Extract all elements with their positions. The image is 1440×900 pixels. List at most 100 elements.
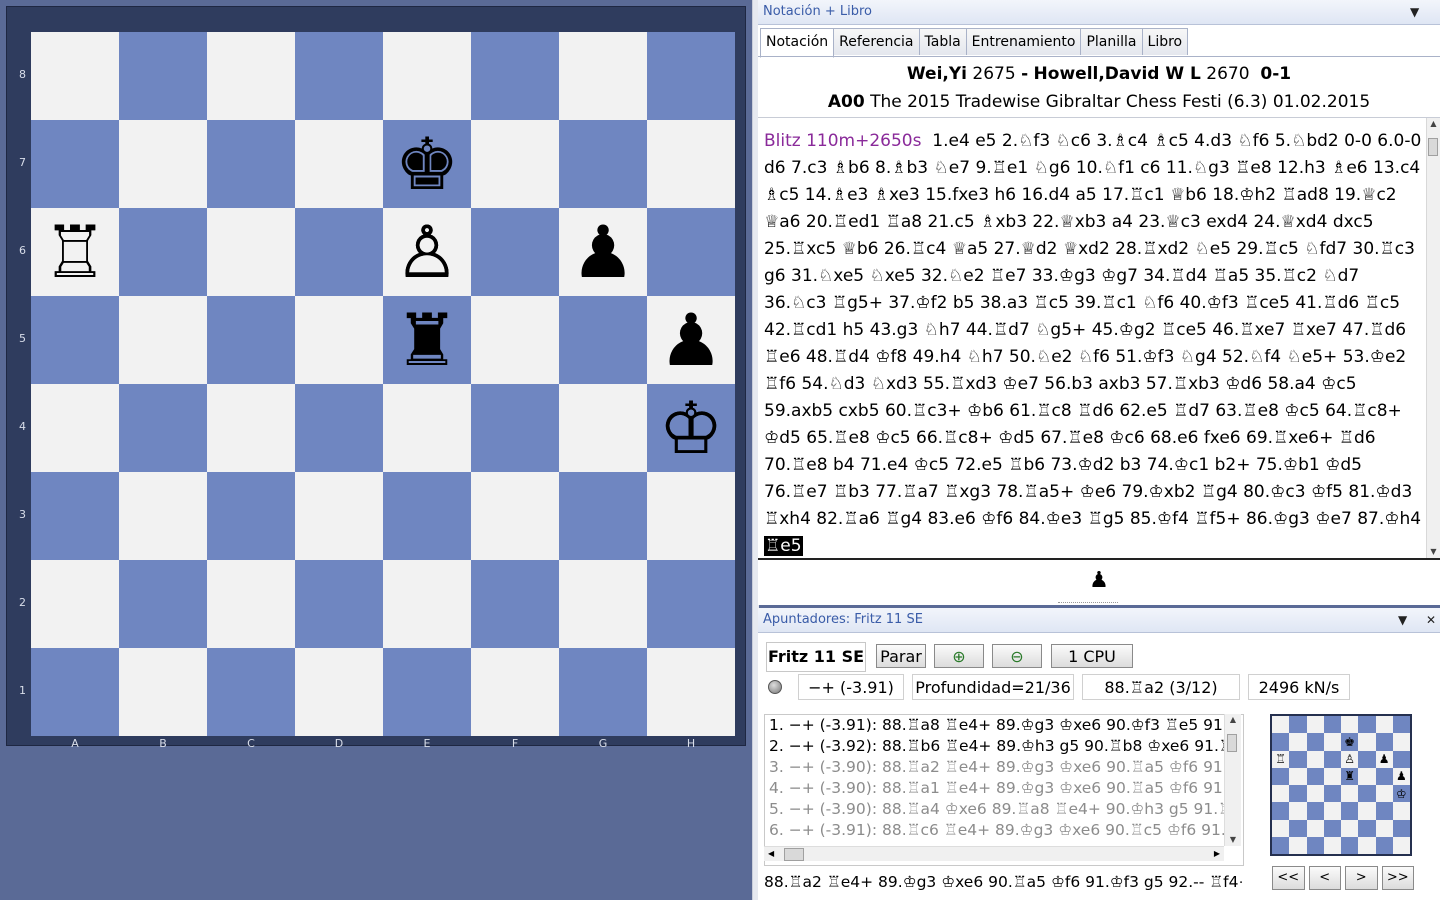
engine-line[interactable]: 6. −+ (-3.91): 88.♖c6 ♖e4+ 89.♔g3 ♔xe6 9… [765, 820, 1224, 841]
square-f1[interactable] [471, 648, 559, 736]
square-h8[interactable] [647, 32, 735, 120]
engine-lines[interactable]: 1. −+ (-3.91): 88.♖a8 ♖e4+ 89.♔g3 ♔xe6 9… [764, 714, 1244, 866]
square-a2[interactable] [31, 560, 119, 648]
square-h3[interactable] [647, 472, 735, 560]
square-f8[interactable] [471, 32, 559, 120]
white-rook-icon[interactable]: ♖ [43, 208, 108, 296]
current-move-highlight[interactable]: ♖e5 [764, 536, 803, 556]
square-f5[interactable] [471, 296, 559, 384]
next-move-button[interactable]: > [1345, 866, 1378, 890]
square-d7[interactable] [295, 120, 383, 208]
square-d1[interactable] [295, 648, 383, 736]
first-move-button[interactable]: << [1272, 866, 1305, 890]
square-g8[interactable] [559, 32, 647, 120]
square-f2[interactable] [471, 560, 559, 648]
zoom-in-icon[interactable]: ⊕ [934, 644, 984, 668]
scroll-thumb[interactable] [784, 848, 804, 861]
square-f6[interactable] [471, 208, 559, 296]
move-list[interactable]: Blitz 110m+2650s 1.e4 e5 2.♘f3 ♘c6 3.♗c4… [764, 128, 1422, 556]
square-g7[interactable] [559, 120, 647, 208]
square-d2[interactable] [295, 560, 383, 648]
close-icon[interactable]: ✕ [1426, 608, 1436, 632]
square-h6[interactable] [647, 208, 735, 296]
panel-menu-arrow-icon[interactable]: ▼ [1410, 0, 1419, 24]
square-e1[interactable] [383, 648, 471, 736]
engine-line[interactable]: 2. −+ (-3.92): 88.♖b6 ♖e4+ 89.♔h3 g5 90.… [765, 736, 1224, 757]
cpu-button[interactable]: 1 CPU [1051, 644, 1133, 668]
scroll-down-icon[interactable]: ▼ [1427, 546, 1440, 558]
square-b3[interactable] [119, 472, 207, 560]
white-pawn-icon[interactable]: ♙ [395, 208, 460, 296]
square-c3[interactable] [207, 472, 295, 560]
square-h5[interactable]: ♟ [647, 296, 735, 384]
square-g3[interactable] [559, 472, 647, 560]
square-h2[interactable] [647, 560, 735, 648]
scroll-thumb[interactable] [1428, 138, 1438, 156]
moves-text[interactable]: 1.e4 e5 2.♘f3 ♘c6 3.♗c4 ♗c5 4.d3 ♘f6 5.♘… [764, 131, 1421, 529]
square-d8[interactable] [295, 32, 383, 120]
tab-referencia[interactable]: Referencia [833, 28, 920, 55]
square-g2[interactable] [559, 560, 647, 648]
square-b7[interactable] [119, 120, 207, 208]
black-rook-icon[interactable]: ♜ [395, 296, 460, 384]
tab-libro[interactable]: Libro [1141, 28, 1189, 55]
engine-line[interactable]: 3. −+ (-3.90): 88.♖a2 ♖e4+ 89.♔g3 ♔xe6 9… [765, 757, 1224, 778]
square-e3[interactable] [383, 472, 471, 560]
square-e7[interactable]: ♚ [383, 120, 471, 208]
square-g5[interactable] [559, 296, 647, 384]
square-c5[interactable] [207, 296, 295, 384]
square-g1[interactable] [559, 648, 647, 736]
square-g6[interactable]: ♟ [559, 208, 647, 296]
square-e6[interactable]: ♙ [383, 208, 471, 296]
square-b4[interactable] [119, 384, 207, 472]
square-e8[interactable] [383, 32, 471, 120]
tab-tabla[interactable]: Tabla [918, 28, 967, 55]
tab-entrenamiento[interactable]: Entrenamiento [965, 28, 1082, 55]
black-pawn-icon[interactable]: ♟ [571, 208, 636, 296]
zoom-out-icon[interactable]: ⊖ [992, 644, 1042, 668]
square-a5[interactable] [31, 296, 119, 384]
square-f3[interactable] [471, 472, 559, 560]
square-d5[interactable] [295, 296, 383, 384]
scroll-up-icon[interactable]: ▲ [1427, 118, 1440, 130]
square-b1[interactable] [119, 648, 207, 736]
square-c8[interactable] [207, 32, 295, 120]
engine-lines-hscrollbar[interactable]: ◀ ▶ [764, 846, 1224, 861]
square-a3[interactable] [31, 472, 119, 560]
square-a8[interactable] [31, 32, 119, 120]
square-h1[interactable] [647, 648, 735, 736]
square-e5[interactable]: ♜ [383, 296, 471, 384]
square-c1[interactable] [207, 648, 295, 736]
panel-menu-arrow-icon[interactable]: ▼ [1398, 608, 1407, 632]
square-a4[interactable] [31, 384, 119, 472]
scroll-up-icon[interactable]: ▲ [1225, 714, 1241, 726]
scroll-thumb[interactable] [1227, 734, 1237, 752]
chessboard[interactable]: ♚ ♖ ♙ ♟ ♜ ♟ ♔ [31, 32, 735, 736]
engine-line[interactable]: 1. −+ (-3.91): 88.♖a8 ♖e4+ 89.♔g3 ♔xe6 9… [765, 715, 1224, 736]
square-c4[interactable] [207, 384, 295, 472]
white-king-icon[interactable]: ♔ [659, 384, 724, 472]
square-c6[interactable] [207, 208, 295, 296]
scroll-right-icon[interactable]: ▶ [1214, 847, 1220, 861]
engine-line[interactable]: 5. −+ (-3.90): 88.♖a4 ♔xe6 89.♖a8 ♖e4+ 9… [765, 799, 1224, 820]
engine-line[interactable]: 4. −+ (-3.90): 88.♖a1 ♖e4+ 89.♔g3 ♔xe6 9… [765, 778, 1224, 799]
square-a6[interactable]: ♖ [31, 208, 119, 296]
engine-status-icon[interactable] [768, 680, 782, 694]
square-e2[interactable] [383, 560, 471, 648]
mini-board[interactable]: ♚ ♖ ♙ ♟ ♜ ♟ ♔ [1270, 714, 1412, 856]
square-a1[interactable] [31, 648, 119, 736]
square-h7[interactable] [647, 120, 735, 208]
tab-notación[interactable]: Notación [760, 28, 835, 58]
engine-lines-vscrollbar[interactable]: ▲ ▼ [1224, 714, 1241, 846]
square-f4[interactable] [471, 384, 559, 472]
square-b6[interactable] [119, 208, 207, 296]
black-king-icon[interactable]: ♚ [395, 120, 460, 208]
square-f7[interactable] [471, 120, 559, 208]
prev-move-button[interactable]: < [1308, 866, 1341, 890]
square-d3[interactable] [295, 472, 383, 560]
square-d6[interactable] [295, 208, 383, 296]
scroll-left-icon[interactable]: ◀ [768, 847, 774, 861]
square-h4[interactable]: ♔ [647, 384, 735, 472]
square-a7[interactable] [31, 120, 119, 208]
resize-handle[interactable] [1058, 602, 1118, 606]
